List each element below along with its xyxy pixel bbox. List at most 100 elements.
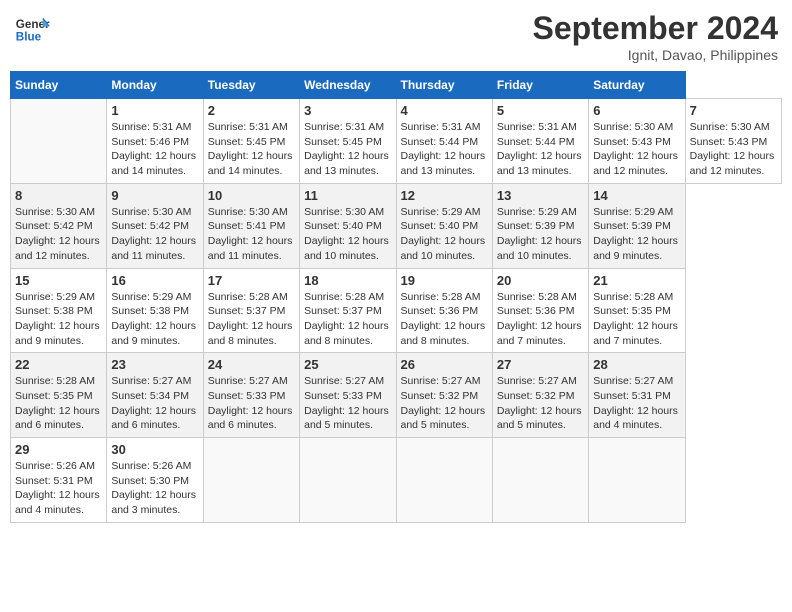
day-info: Sunrise: 5:28 AM Sunset: 5:35 PM Dayligh… [15,374,102,433]
calendar-cell: 3 Sunrise: 5:31 AM Sunset: 5:45 PM Daylig… [300,99,396,184]
calendar-cell: 1Sunrise: 5:31 AM Sunset: 5:46 PM Daylig… [107,99,203,184]
calendar-cell: 15 Sunrise: 5:29 AM Sunset: 5:38 PM Dayli… [11,268,107,353]
calendar-cell [11,99,107,184]
calendar-cell: 29Sunrise: 5:26 AM Sunset: 5:31 PM Dayli… [11,438,107,523]
day-info: Sunrise: 5:27 AM Sunset: 5:33 PM Dayligh… [208,374,295,433]
calendar-week-4: 29Sunrise: 5:26 AM Sunset: 5:31 PM Dayli… [11,438,782,523]
day-info: Sunrise: 5:28 AM Sunset: 5:36 PM Dayligh… [401,290,488,349]
day-info: Sunrise: 5:31 AM Sunset: 5:45 PM Dayligh… [208,120,295,179]
calendar-cell: 21 Sunrise: 5:28 AM Sunset: 5:35 PM Dayli… [589,268,685,353]
weekday-header-tuesday: Tuesday [203,72,299,99]
day-info: Sunrise: 5:28 AM Sunset: 5:36 PM Dayligh… [497,290,584,349]
day-info: Sunrise: 5:30 AM Sunset: 5:40 PM Dayligh… [304,205,391,264]
day-number: 11 [304,188,391,203]
calendar-cell: 30 Sunrise: 5:26 AM Sunset: 5:30 PM Dayli… [107,438,203,523]
day-info: Sunrise: 5:30 AM Sunset: 5:42 PM Dayligh… [15,205,102,264]
day-number: 14 [593,188,680,203]
day-number: 30 [111,442,198,457]
calendar-cell [203,438,299,523]
calendar-cell: 18Sunrise: 5:28 AM Sunset: 5:37 PM Dayli… [300,268,396,353]
calendar-cell [396,438,492,523]
calendar-body: 1Sunrise: 5:31 AM Sunset: 5:46 PM Daylig… [11,99,782,523]
day-info: Sunrise: 5:30 AM Sunset: 5:41 PM Dayligh… [208,205,295,264]
calendar-cell: 23 Sunrise: 5:27 AM Sunset: 5:34 PM Dayli… [107,353,203,438]
calendar-cell: 10 Sunrise: 5:30 AM Sunset: 5:41 PM Dayli… [203,183,299,268]
day-info: Sunrise: 5:27 AM Sunset: 5:31 PM Dayligh… [593,374,680,433]
day-info: Sunrise: 5:31 AM Sunset: 5:44 PM Dayligh… [401,120,488,179]
title-block: September 2024 Ignit, Davao, Philippines [533,10,778,63]
day-number: 8 [15,188,102,203]
weekday-header-row: SundayMondayTuesdayWednesdayThursdayFrid… [11,72,782,99]
calendar-cell: 9 Sunrise: 5:30 AM Sunset: 5:42 PM Daylig… [107,183,203,268]
day-number: 22 [15,357,102,372]
logo-icon: General Blue [14,10,50,46]
day-number: 17 [208,273,295,288]
day-number: 26 [401,357,488,372]
day-info: Sunrise: 5:29 AM Sunset: 5:38 PM Dayligh… [111,290,198,349]
calendar-cell: 27Sunrise: 5:27 AM Sunset: 5:32 PM Dayli… [492,353,588,438]
day-number: 9 [111,188,198,203]
day-number: 28 [593,357,680,372]
weekday-header-friday: Friday [492,72,588,99]
day-number: 13 [497,188,584,203]
calendar-header: SundayMondayTuesdayWednesdayThursdayFrid… [11,72,782,99]
calendar-week-0: 1Sunrise: 5:31 AM Sunset: 5:46 PM Daylig… [11,99,782,184]
day-number: 1 [111,103,198,118]
day-info: Sunrise: 5:27 AM Sunset: 5:34 PM Dayligh… [111,374,198,433]
day-number: 16 [111,273,198,288]
calendar-cell: 5Sunrise: 5:31 AM Sunset: 5:44 PM Daylig… [492,99,588,184]
day-info: Sunrise: 5:28 AM Sunset: 5:35 PM Dayligh… [593,290,680,349]
calendar-cell: 25 Sunrise: 5:27 AM Sunset: 5:33 PM Dayli… [300,353,396,438]
calendar-cell: 7 Sunrise: 5:30 AM Sunset: 5:43 PM Daylig… [685,99,781,184]
day-number: 24 [208,357,295,372]
calendar-cell [589,438,685,523]
day-number: 3 [304,103,391,118]
day-number: 21 [593,273,680,288]
day-info: Sunrise: 5:29 AM Sunset: 5:39 PM Dayligh… [497,205,584,264]
day-info: Sunrise: 5:29 AM Sunset: 5:38 PM Dayligh… [15,290,102,349]
day-info: Sunrise: 5:27 AM Sunset: 5:33 PM Dayligh… [304,374,391,433]
calendar-cell [300,438,396,523]
calendar-cell [492,438,588,523]
day-number: 4 [401,103,488,118]
calendar-cell: 22 Sunrise: 5:28 AM Sunset: 5:35 PM Dayli… [11,353,107,438]
calendar-cell: 13 Sunrise: 5:29 AM Sunset: 5:39 PM Dayli… [492,183,588,268]
logo: General Blue [14,10,50,46]
calendar-cell: 26 Sunrise: 5:27 AM Sunset: 5:32 PM Dayli… [396,353,492,438]
day-number: 27 [497,357,584,372]
calendar-subtitle: Ignit, Davao, Philippines [533,47,778,63]
calendar-table: SundayMondayTuesdayWednesdayThursdayFrid… [10,71,782,523]
calendar-cell: 4 Sunrise: 5:31 AM Sunset: 5:44 PM Daylig… [396,99,492,184]
day-number: 5 [497,103,584,118]
weekday-header-monday: Monday [107,72,203,99]
day-info: Sunrise: 5:26 AM Sunset: 5:30 PM Dayligh… [111,459,198,518]
calendar-cell: 2 Sunrise: 5:31 AM Sunset: 5:45 PM Daylig… [203,99,299,184]
day-number: 2 [208,103,295,118]
calendar-cell: 24 Sunrise: 5:27 AM Sunset: 5:33 PM Dayli… [203,353,299,438]
day-number: 20 [497,273,584,288]
calendar-cell: 8 Sunrise: 5:30 AM Sunset: 5:42 PM Daylig… [11,183,107,268]
calendar-cell: 20 Sunrise: 5:28 AM Sunset: 5:36 PM Dayli… [492,268,588,353]
calendar-cell: 12Sunrise: 5:29 AM Sunset: 5:40 PM Dayli… [396,183,492,268]
day-number: 12 [401,188,488,203]
day-number: 10 [208,188,295,203]
day-info: Sunrise: 5:28 AM Sunset: 5:37 PM Dayligh… [304,290,391,349]
day-number: 15 [15,273,102,288]
calendar-week-3: 22 Sunrise: 5:28 AM Sunset: 5:35 PM Dayli… [11,353,782,438]
day-info: Sunrise: 5:31 AM Sunset: 5:45 PM Dayligh… [304,120,391,179]
day-number: 6 [593,103,680,118]
day-info: Sunrise: 5:30 AM Sunset: 5:43 PM Dayligh… [690,120,777,179]
calendar-cell: 11 Sunrise: 5:30 AM Sunset: 5:40 PM Dayli… [300,183,396,268]
day-number: 7 [690,103,777,118]
day-info: Sunrise: 5:27 AM Sunset: 5:32 PM Dayligh… [401,374,488,433]
day-number: 25 [304,357,391,372]
day-number: 29 [15,442,102,457]
weekday-header-saturday: Saturday [589,72,685,99]
calendar-cell: 6Sunrise: 5:30 AM Sunset: 5:43 PM Daylig… [589,99,685,184]
day-number: 23 [111,357,198,372]
weekday-header-thursday: Thursday [396,72,492,99]
calendar-week-1: 8 Sunrise: 5:30 AM Sunset: 5:42 PM Daylig… [11,183,782,268]
day-info: Sunrise: 5:30 AM Sunset: 5:42 PM Dayligh… [111,205,198,264]
day-info: Sunrise: 5:28 AM Sunset: 5:37 PM Dayligh… [208,290,295,349]
day-number: 19 [401,273,488,288]
